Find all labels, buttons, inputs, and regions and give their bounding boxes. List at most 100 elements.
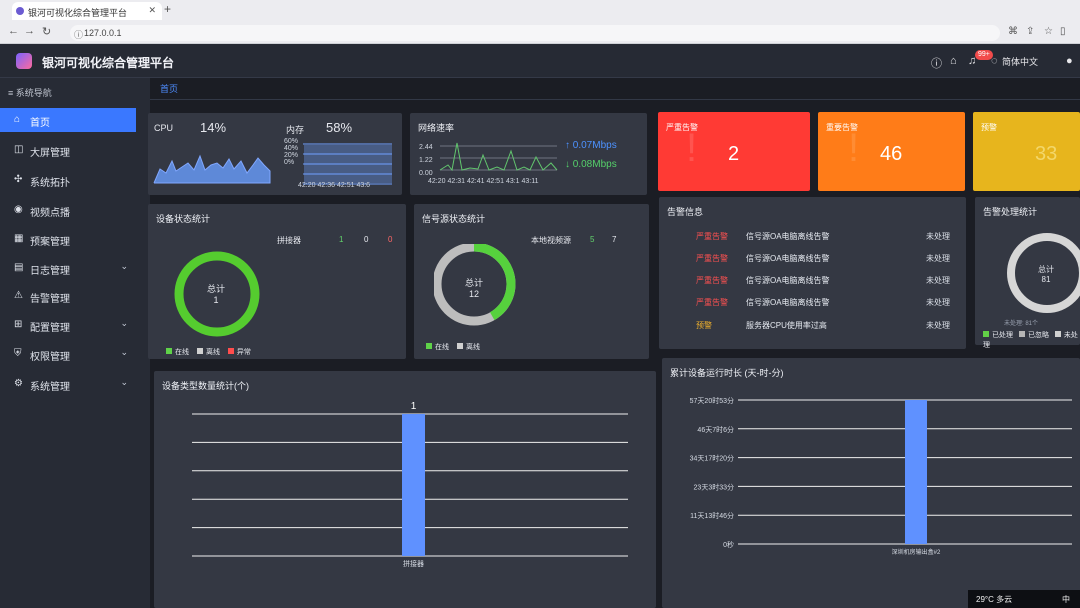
y-tick-label: 34天17时20分 xyxy=(690,454,734,463)
memory-tick: 40% xyxy=(284,145,299,152)
memory-tick: 20% xyxy=(284,152,299,159)
device-status-panel: 设备状态统计 拼接器 1 0 0 总计 1 在线 离线 异常 xyxy=(148,204,406,359)
network-panel: 网络速率 2.44 1.22 0.00 42:20 42:31 42:41 42… xyxy=(410,113,647,195)
y-tick-label: 0秒 xyxy=(723,540,734,549)
signal-status-panel: 信号源状态统计 本地视频源 5 7 总计 12 在线 离线 xyxy=(414,204,649,359)
alert-icon: ! xyxy=(686,126,698,170)
tab-title: 银河可视化综合管理平台 xyxy=(28,8,128,18)
alarm-processing-panel: 告警处理统计 总计 81 未处理: 81个 已处理 已忽略 未处理 xyxy=(975,197,1080,349)
bar-value-label: 1 xyxy=(411,401,417,412)
sidebar-item-log[interactable]: ▤ 日志管理 ⌄ xyxy=(0,256,136,280)
ime-indicator[interactable]: 中 xyxy=(1062,594,1070,605)
device-legend: 在线 离线 异常 xyxy=(166,347,251,357)
alarm-processing-legend: 已处理 已忽略 未处理 xyxy=(983,331,1078,349)
important-alarm-card[interactable]: 重要告警 ! 46 xyxy=(818,112,965,191)
x-tick-label: 深圳机房输出盒#2 xyxy=(892,548,941,556)
weather-text: 29°C 多云 xyxy=(976,595,1013,604)
warning-alarm-label: 预警 xyxy=(981,123,997,132)
app-logo-icon xyxy=(16,53,32,69)
forward-icon[interactable]: → xyxy=(24,25,35,37)
topology-icon: ✣ xyxy=(14,174,23,185)
table-icon: ▦ xyxy=(14,233,24,244)
warning-alarm-card[interactable]: 预警 33 xyxy=(973,112,1080,191)
alarm-state: 未处理 xyxy=(926,232,950,241)
address-row: ← → ↻ ⓘ 127.0.0.1 ⌘ ⇪ ☆ ▯ xyxy=(0,22,1080,44)
layers-icon: ◫ xyxy=(14,144,24,155)
url-text: 127.0.0.1 xyxy=(84,28,122,38)
warning-alarm-value: 33 xyxy=(1035,143,1058,165)
sidebar-item-topology[interactable]: ✣ 系统拓扑 xyxy=(0,168,136,192)
sidebar-item-plan[interactable]: ▦ 预案管理 xyxy=(0,227,136,251)
sidebar-item-config[interactable]: ⊞ 配置管理 ⌄ xyxy=(0,313,136,337)
down-arrow-icon: ↓ xyxy=(565,159,570,170)
chevron-down-icon: ⌄ xyxy=(120,347,128,357)
shield-icon: ⛨ xyxy=(14,348,22,359)
y-tick-label: 23天3时33分 xyxy=(694,482,734,491)
device-type-chart: 1 拼接器 xyxy=(192,401,628,568)
app-header: 银河可视化综合管理平台 ⓘ ⌂ ♫ 99+ ◌ 简体中文 ● xyxy=(0,44,1080,78)
alarm-info-title: 告警信息 xyxy=(667,207,704,217)
globe-icon[interactable]: ◌ xyxy=(991,55,998,67)
sidebar-item-system[interactable]: ⚙ 系统管理 ⌄ xyxy=(0,372,136,396)
critical-alarm-card[interactable]: 严重告警 ! 2 xyxy=(658,112,810,191)
cpu-memory-panel: CPU 14% 内存 58% 60% 40% 20% 0% 42:20 42:3… xyxy=(148,113,402,195)
key-icon[interactable]: ⌘ xyxy=(1008,26,1018,37)
y-tick-label: 11天13时46分 xyxy=(690,511,734,520)
new-tab-icon[interactable]: + xyxy=(164,2,171,16)
gear-icon: ⚙ xyxy=(14,378,23,389)
bar-switcher xyxy=(402,414,425,556)
home-icon: ⌂ xyxy=(14,114,21,125)
user-avatar-icon[interactable]: ● xyxy=(1066,55,1073,67)
help-icon[interactable]: ⓘ xyxy=(931,55,942,71)
star-icon[interactable]: ☆ xyxy=(1044,26,1053,37)
sidebar-item-permission[interactable]: ⛨ 权限管理 ⌄ xyxy=(0,342,136,366)
y-tick-label: 57天20时53分 xyxy=(690,396,734,405)
device-type-chart-panel: 设备类型数量统计(个) 1 拼接器 xyxy=(154,371,656,608)
signal-status-title: 信号源状态统计 xyxy=(422,214,486,224)
alarm-level: 严重告警 xyxy=(696,232,728,241)
important-alarm-value: 46 xyxy=(880,143,903,165)
tab-home[interactable]: 首页 xyxy=(160,82,178,95)
alarm-row[interactable]: 严重告警 信号源OA电脑离线告警 未处理 xyxy=(686,275,956,289)
theme-icon[interactable]: ⌂ xyxy=(950,55,957,67)
sidebar-item-home[interactable]: ⌂ 首页 xyxy=(0,108,136,132)
device-row-name: 拼接器 xyxy=(277,236,301,245)
signal-row-name: 本地视频源 xyxy=(531,236,571,245)
alarm-row[interactable]: 预警 服务器CPU使用率过高 未处理 xyxy=(686,320,956,334)
device-total: 总计 1 xyxy=(207,284,226,305)
sidebar-item-alarm[interactable]: ⚠ 告警管理 xyxy=(0,284,136,308)
runtime-chart-panel: 累计设备运行时长 (天-时-分) 0秒 11天13时46分 23天3时33分 34天1… xyxy=(662,358,1080,608)
alarm-row[interactable]: 严重告警 信号源OA电脑离线告警 未处理 xyxy=(686,231,956,245)
x-tick-label: 拼接器 xyxy=(403,559,424,568)
close-icon[interactable]: ✕ xyxy=(148,5,156,16)
language-select[interactable]: 简体中文 xyxy=(1002,55,1038,68)
address-bar[interactable]: ⓘ 127.0.0.1 xyxy=(70,25,1000,41)
network-down: ↓ 0.08Mbps xyxy=(565,159,617,170)
back-icon[interactable]: ← xyxy=(8,25,19,37)
alarm-processing-total: 总计 81 xyxy=(1038,265,1054,284)
sidebar: ≡ 系统导航 ⌂ 首页 ◫ 大屏管理 ✣ 系统拓扑 ◉ 视频点播 ▦ 预案管理 … xyxy=(0,78,150,608)
sidebar-title: ≡ 系统导航 xyxy=(8,88,52,98)
chevron-down-icon: ⌄ xyxy=(120,318,128,328)
sidebar-toggle-icon[interactable]: ▯ xyxy=(1060,26,1066,37)
signal-legend: 在线 离线 xyxy=(426,342,480,352)
alarm-processing-title: 告警处理统计 xyxy=(983,207,1038,217)
menu-icon: ≡ xyxy=(8,88,14,98)
sidebar-item-screen[interactable]: ◫ 大屏管理 xyxy=(0,138,136,162)
warning-icon: ⚠ xyxy=(14,290,23,301)
network-x-axis: 42:20 42:31 42:41 42:51 43:1 43:11 xyxy=(428,178,539,185)
video-icon: ◉ xyxy=(14,204,23,215)
up-arrow-icon: ↑ xyxy=(565,140,570,151)
tab-logo-icon xyxy=(16,7,24,15)
alarm-row[interactable]: 严重告警 信号源OA电脑离线告警 未处理 xyxy=(686,297,956,311)
app-title: 银河可视化综合管理平台 xyxy=(42,56,175,70)
share-icon[interactable]: ⇪ xyxy=(1026,26,1034,37)
info-icon: ⓘ xyxy=(74,30,84,40)
reload-icon[interactable]: ↻ xyxy=(42,25,51,38)
sidebar-item-video[interactable]: ◉ 视频点播 xyxy=(0,198,136,222)
browser-tab[interactable]: 银河可视化综合管理平台 ✕ xyxy=(12,2,162,20)
taskbar-tray: 29°C 多云 中 xyxy=(968,590,1080,608)
signal-total: 总计 12 xyxy=(465,278,484,299)
grid-icon: ⊞ xyxy=(14,319,23,330)
alarm-row[interactable]: 严重告警 信号源OA电脑离线告警 未处理 xyxy=(686,253,956,267)
